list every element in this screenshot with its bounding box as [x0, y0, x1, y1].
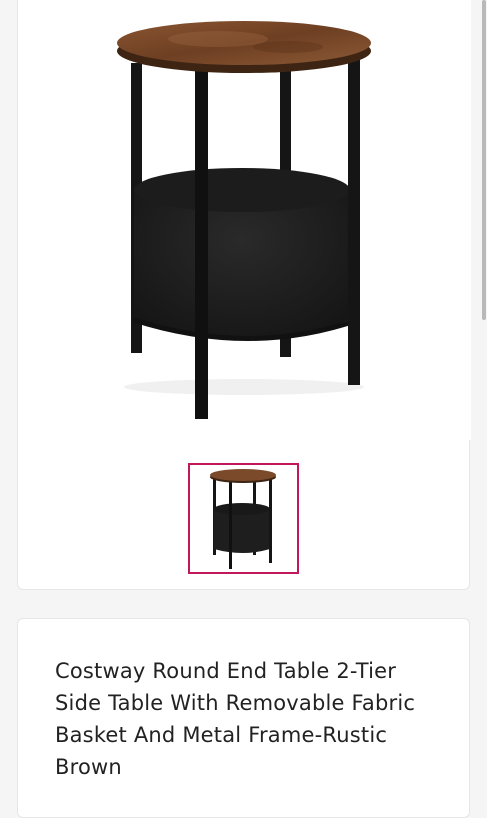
- product-title: Costway Round End Table 2-Tier Side Tabl…: [55, 659, 416, 779]
- product-image-gallery: [17, 0, 471, 590]
- side-table-thumbnail-icon: [210, 469, 276, 569]
- side-table-image: [117, 21, 371, 419]
- page-scrollbar[interactable]: [482, 0, 486, 320]
- main-product-image[interactable]: [18, 0, 471, 440]
- product-info-card: Costway Round End Table 2-Tier Side Tabl…: [17, 618, 470, 818]
- product-thumbnail-selected[interactable]: [188, 463, 299, 574]
